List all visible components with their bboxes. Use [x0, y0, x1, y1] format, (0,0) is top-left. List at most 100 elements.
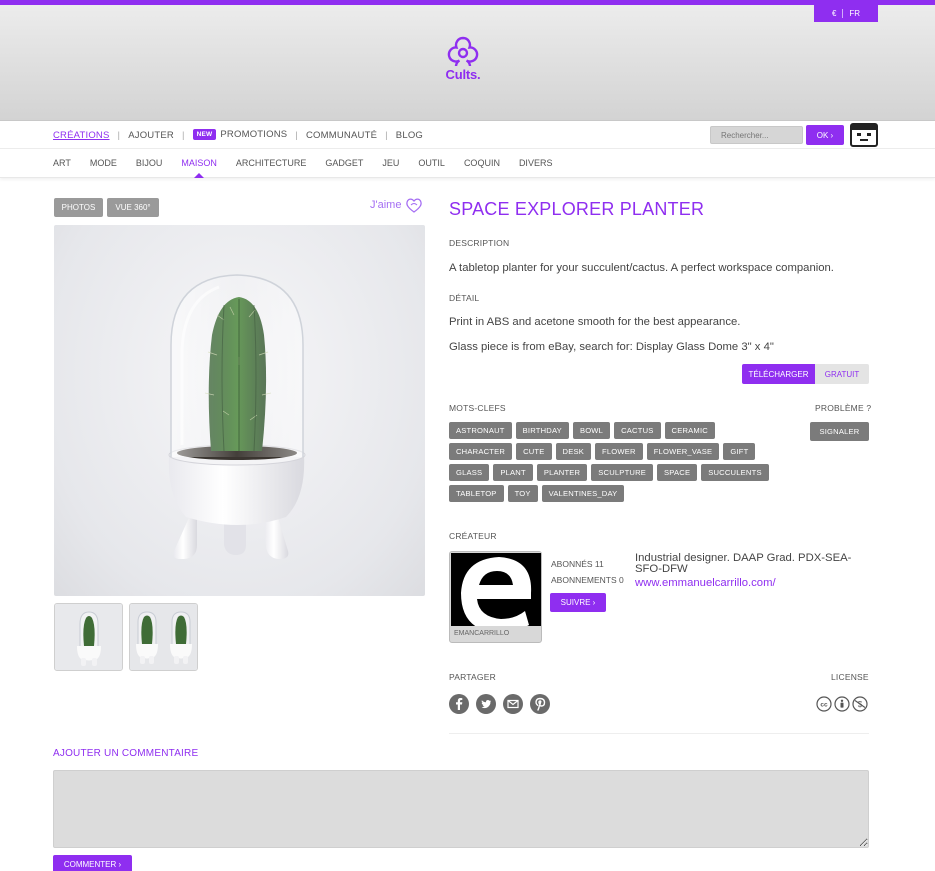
thumbnail-1[interactable] — [54, 603, 123, 671]
main-nav-list: CRÉATIONS | AJOUTER | NEW PROMOTIONS | CO… — [53, 121, 423, 149]
tag[interactable]: ASTRONAUT — [449, 422, 512, 439]
following-count: ABONNEMENTS 0 — [551, 575, 624, 585]
detail-text-2: Glass piece is from eBay, search for: Di… — [449, 341, 774, 353]
photos-button[interactable]: PHOTOS — [54, 198, 103, 217]
creator-name: EMANCARRILLO — [454, 630, 510, 637]
view-360-button[interactable]: VUE 360° — [107, 198, 159, 217]
license-label: LICENSE — [831, 672, 869, 682]
cults-logo-icon — [447, 36, 479, 66]
follow-button[interactable]: SUIVRE › — [550, 593, 606, 612]
nav-item-blog[interactable]: BLOG — [396, 130, 423, 141]
tag[interactable]: TOY — [507, 485, 538, 502]
category-coquin[interactable]: COQUIN — [464, 158, 500, 168]
download-button[interactable]: TÉLÉCHARGER — [742, 364, 815, 384]
product-main-photo[interactable] — [54, 225, 425, 596]
search-input[interactable] — [710, 126, 803, 144]
add-comment-label: AJOUTER UN COMMENTAIRE — [53, 748, 199, 759]
tag[interactable]: GIFT — [723, 443, 756, 460]
section-divider — [449, 733, 869, 734]
logo-text: Cults. — [445, 67, 481, 82]
category-bar: ART MODE BIJOU MAISON ARCHITECTURE GADGE… — [0, 150, 935, 178]
thumbnail-2[interactable] — [129, 603, 198, 671]
nav-separator: | — [295, 129, 298, 141]
creator-bio: Industrial designer. DAAP Grad. PDX-SEA-… — [635, 552, 852, 575]
currency-option[interactable]: € — [832, 9, 836, 18]
nav-separator: | — [117, 129, 121, 141]
language-option[interactable]: FR — [849, 9, 860, 18]
svg-text:cc: cc — [820, 702, 828, 709]
product-title: SPACE EXPLORER PLANTER — [449, 199, 705, 219]
new-badge: NEW — [192, 129, 217, 141]
category-outil[interactable]: OUTIL — [418, 158, 445, 168]
nav-separator: | — [385, 129, 388, 141]
language-currency-switcher[interactable]: € FR — [814, 5, 878, 22]
tag[interactable]: SCULPTURE — [591, 464, 654, 481]
description-text: A tabletop planter for your succulent/ca… — [449, 262, 834, 274]
license-icons: cc $ — [816, 696, 868, 712]
creator-avatar — [451, 553, 541, 626]
heart-cloud-icon — [406, 198, 423, 213]
detail-text-1: Print in ABS and acetone smooth for the … — [449, 316, 741, 328]
site-header: € FR Cults. — [0, 5, 935, 121]
category-jeu[interactable]: JEU — [382, 158, 399, 168]
category-maison[interactable]: MAISON — [181, 158, 217, 178]
tag[interactable]: CUTE — [516, 443, 552, 460]
thumbnail-image — [130, 604, 197, 670]
tag[interactable]: FLOWER_VASE — [646, 443, 720, 460]
tag[interactable]: PLANT — [493, 464, 533, 481]
tag[interactable]: VALENTINES_DAY — [541, 485, 625, 502]
nav-item-promotions[interactable]: NEW PROMOTIONS — [192, 129, 288, 141]
comment-textarea[interactable] — [53, 770, 869, 848]
creator-card[interactable]: EMANCARRILLO — [449, 551, 542, 643]
detail-label: DÉTAIL — [449, 293, 480, 303]
category-divers[interactable]: DIVERS — [519, 158, 553, 168]
category-mode[interactable]: MODE — [90, 158, 117, 168]
nav-item-ajouter[interactable]: AJOUTER — [128, 130, 174, 141]
facebook-icon[interactable] — [449, 694, 469, 714]
submit-comment-button[interactable]: COMMENTER › — [53, 855, 132, 871]
like-button[interactable]: J'aime — [370, 197, 423, 213]
creator-website-link[interactable]: www.emmanuelcarrillo.com/ — [635, 577, 776, 589]
tag[interactable]: GLASS — [449, 464, 490, 481]
report-button[interactable]: SIGNALER — [810, 422, 869, 441]
search-button[interactable]: OK › — [806, 125, 844, 145]
category-art[interactable]: ART — [53, 158, 71, 168]
divider — [842, 9, 844, 18]
tag[interactable]: FLOWER — [595, 443, 643, 460]
creator-logo-image — [451, 553, 541, 626]
pinterest-icon[interactable] — [530, 694, 550, 714]
problem-label: PROBLÈME ? — [815, 403, 872, 413]
twitter-icon[interactable] — [476, 694, 496, 714]
category-architecture[interactable]: ARCHITECTURE — [236, 158, 307, 168]
tag[interactable]: BIRTHDAY — [515, 422, 569, 439]
email-icon[interactable] — [503, 694, 523, 714]
cc-icon[interactable]: cc — [816, 696, 832, 712]
tag[interactable]: DESK — [555, 443, 592, 460]
tag[interactable]: TABLETOP — [449, 485, 504, 502]
category-bijou[interactable]: BIJOU — [136, 158, 163, 168]
tag[interactable]: CACTUS — [614, 422, 661, 439]
tag[interactable]: SPACE — [657, 464, 698, 481]
main-nav: CRÉATIONS | AJOUTER | NEW PROMOTIONS | CO… — [0, 121, 935, 149]
category-gadget[interactable]: GADGET — [325, 158, 363, 168]
description-label: DESCRIPTION — [449, 238, 510, 248]
tag[interactable]: CERAMIC — [664, 422, 715, 439]
tag[interactable]: PLANTER — [536, 464, 588, 481]
followers-count: ABONNÉS 11 — [551, 559, 604, 569]
noncommercial-icon[interactable]: $ — [852, 696, 868, 712]
user-avatar-icon[interactable] — [850, 123, 878, 147]
nav-separator: | — [181, 129, 185, 141]
price-badge: GRATUIT — [815, 364, 869, 384]
nav-item-label: PROMOTIONS — [220, 129, 288, 141]
category-list: ART MODE BIJOU MAISON ARCHITECTURE GADGE… — [53, 150, 553, 178]
site-logo[interactable]: Cults. — [440, 36, 486, 94]
creator-label: CRÉATEUR — [449, 531, 497, 541]
tag[interactable]: SUCCULENTS — [701, 464, 769, 481]
tag[interactable]: BOWL — [572, 422, 611, 439]
tag-list: ASTRONAUT BIRTHDAY BOWL CACTUS CERAMIC C… — [449, 422, 779, 502]
share-label: PARTAGER — [449, 672, 496, 682]
tag[interactable]: CHARACTER — [449, 443, 513, 460]
nav-item-creations[interactable]: CRÉATIONS — [53, 130, 110, 141]
attribution-icon[interactable] — [834, 696, 850, 712]
nav-item-communaute[interactable]: COMMUNAUTÉ — [306, 130, 377, 141]
